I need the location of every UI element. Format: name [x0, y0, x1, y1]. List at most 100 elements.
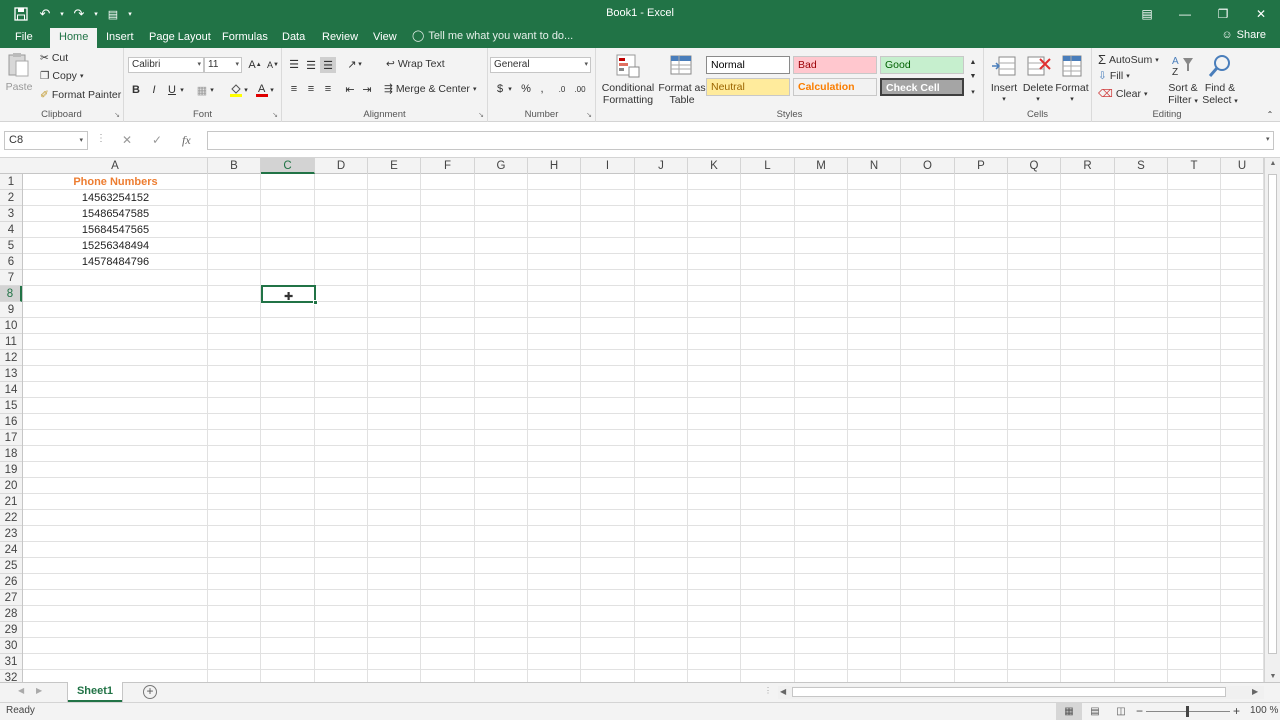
next-sheet-icon[interactable]: ▶: [36, 686, 42, 695]
column-header-l[interactable]: L: [741, 158, 795, 174]
row-header-11[interactable]: 11: [0, 334, 22, 350]
chevron-down-icon[interactable]: ▾: [208, 82, 216, 98]
chevron-down-icon[interactable]: ▾: [268, 82, 276, 98]
row-header-2[interactable]: 2: [0, 190, 22, 206]
tab-insert[interactable]: Insert: [97, 28, 143, 48]
column-header-k[interactable]: K: [688, 158, 741, 174]
column-header-p[interactable]: P: [955, 158, 1008, 174]
row-header-14[interactable]: 14: [0, 382, 22, 398]
sheet-tab-sheet1[interactable]: Sheet1: [68, 682, 122, 702]
row-header-23[interactable]: 23: [0, 526, 22, 542]
cell-a6[interactable]: 14578484796: [23, 254, 208, 270]
row-header-10[interactable]: 10: [0, 318, 22, 334]
cancel-icon[interactable]: ✕: [122, 133, 132, 147]
ribbon-display-options-icon[interactable]: ▤: [1128, 0, 1166, 28]
sort-filter-button[interactable]: AZ Sort & Filter ▾: [1166, 52, 1200, 108]
column-header-r[interactable]: R: [1061, 158, 1115, 174]
tab-page-layout[interactable]: Page Layout: [140, 28, 220, 48]
cell-a5[interactable]: 15256348494: [23, 238, 208, 254]
column-header-q[interactable]: Q: [1008, 158, 1061, 174]
row-header-6[interactable]: 6: [0, 254, 22, 270]
cell-a3[interactable]: 15486547585: [23, 206, 208, 222]
column-header-c[interactable]: C: [261, 158, 315, 174]
clipboard-launcher-icon[interactable]: ↘: [114, 111, 120, 119]
row-header-16[interactable]: 16: [0, 414, 22, 430]
row-header-30[interactable]: 30: [0, 638, 22, 654]
font-name-combo[interactable]: Calibri ▾: [128, 57, 204, 73]
increase-indent-icon[interactable]: ⇥: [359, 81, 375, 97]
column-header-a[interactable]: A: [23, 158, 208, 174]
column-header-h[interactable]: H: [528, 158, 581, 174]
row-header-18[interactable]: 18: [0, 446, 22, 462]
column-header-n[interactable]: N: [848, 158, 901, 174]
percent-icon[interactable]: %: [518, 81, 534, 97]
tab-view[interactable]: View: [364, 28, 406, 48]
tab-split-handle-icon[interactable]: ⋮: [764, 686, 772, 695]
row-header-28[interactable]: 28: [0, 606, 22, 622]
fill-button[interactable]: ⇩ Fill ▾: [1098, 70, 1130, 82]
bold-button[interactable]: B: [128, 82, 144, 98]
scroll-down-icon[interactable]: ▼: [1265, 673, 1280, 680]
fill-handle[interactable]: [313, 300, 318, 305]
comma-style-icon[interactable]: ,: [534, 81, 550, 97]
wrap-text-button[interactable]: ↩ Wrap Text: [386, 58, 445, 70]
format-cells-button[interactable]: Format ▾: [1054, 52, 1090, 106]
row-header-32[interactable]: 32: [0, 670, 22, 682]
column-header-d[interactable]: D: [315, 158, 368, 174]
column-header-j[interactable]: J: [635, 158, 688, 174]
style-calculation[interactable]: Calculation: [793, 78, 877, 96]
decrease-indent-icon[interactable]: ⇤: [342, 81, 358, 97]
insert-function-icon[interactable]: fx: [182, 133, 191, 148]
add-sheet-icon[interactable]: +: [143, 685, 157, 699]
column-header-o[interactable]: O: [901, 158, 955, 174]
tab-file[interactable]: File: [6, 28, 42, 48]
chevron-down-icon[interactable]: ▾: [178, 82, 186, 98]
tab-formulas[interactable]: Formulas: [213, 28, 277, 48]
copy-button[interactable]: ❐ Copy ▾: [40, 70, 83, 82]
row-header-13[interactable]: 13: [0, 366, 22, 382]
row-header-20[interactable]: 20: [0, 478, 22, 494]
row-header-5[interactable]: 5: [0, 238, 22, 254]
restore-icon[interactable]: ❐: [1204, 0, 1242, 28]
alignment-launcher-icon[interactable]: ↘: [478, 111, 484, 119]
column-header-u[interactable]: U: [1221, 158, 1264, 174]
tab-home[interactable]: Home: [50, 28, 98, 48]
row-header-22[interactable]: 22: [0, 510, 22, 526]
cut-button[interactable]: ✂ Cut: [40, 52, 68, 64]
styles-scroll-down-icon[interactable]: ▼: [967, 68, 979, 84]
row-header-4[interactable]: 4: [0, 222, 22, 238]
style-check-cell[interactable]: Check Cell: [880, 78, 964, 96]
column-header-m[interactable]: M: [795, 158, 848, 174]
font-size-combo[interactable]: 11 ▾: [204, 57, 242, 73]
row-header-1[interactable]: 1: [0, 174, 22, 190]
scroll-right-icon[interactable]: ▶: [1252, 687, 1258, 696]
column-header-e[interactable]: E: [368, 158, 421, 174]
minimize-icon[interactable]: —: [1166, 0, 1204, 28]
formula-input[interactable]: [207, 131, 1274, 150]
column-header-s[interactable]: S: [1115, 158, 1168, 174]
insert-cells-button[interactable]: Insert ▾: [986, 52, 1022, 106]
tab-review[interactable]: Review: [313, 28, 367, 48]
italic-button[interactable]: I: [146, 82, 162, 98]
increase-font-icon[interactable]: A ▲: [247, 57, 263, 73]
format-as-table-button[interactable]: Format as Table: [658, 52, 706, 106]
row-header-8[interactable]: 8: [0, 286, 22, 302]
zoom-in-icon[interactable]: +: [1233, 704, 1240, 718]
share-button[interactable]: ☺ Share: [1221, 29, 1266, 41]
collapse-ribbon-icon[interactable]: ⌃: [1262, 106, 1278, 122]
style-good[interactable]: Good: [880, 56, 964, 74]
row-header-25[interactable]: 25: [0, 558, 22, 574]
scroll-left-icon[interactable]: ◀: [780, 687, 786, 696]
merge-center-button[interactable]: ⇶ Merge & Center ▾: [384, 83, 476, 95]
format-painter-button[interactable]: ✐ Format Painter: [40, 89, 121, 101]
name-box[interactable]: C8 ▾: [4, 131, 88, 150]
styles-more-icon[interactable]: ▾: [967, 84, 979, 100]
middle-align-icon[interactable]: ☰: [303, 57, 319, 73]
autosum-button[interactable]: Σ AutoSum ▾: [1098, 52, 1159, 67]
increase-decimal-icon[interactable]: .0: [554, 81, 570, 97]
column-header-b[interactable]: B: [208, 158, 261, 174]
conditional-formatting-button[interactable]: Conditional Formatting: [598, 52, 658, 106]
row-header-3[interactable]: 3: [0, 206, 22, 222]
row-header-29[interactable]: 29: [0, 622, 22, 638]
close-icon[interactable]: ✕: [1242, 0, 1280, 28]
